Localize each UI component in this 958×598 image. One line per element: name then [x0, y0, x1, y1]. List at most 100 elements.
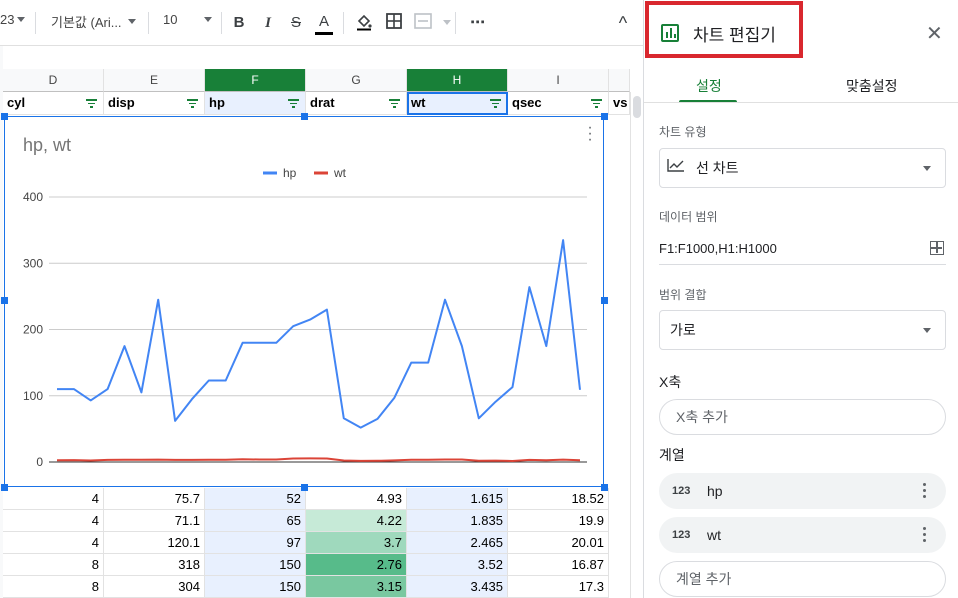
column-header-g[interactable]: G [306, 69, 407, 92]
data-range-field[interactable]: F1:F1000,H1:H1000 [659, 232, 946, 265]
field-cell-drat[interactable]: drat [306, 92, 407, 115]
font-size-select[interactable]: 10 [163, 12, 213, 27]
column-header-f[interactable]: F [205, 69, 306, 92]
add-series-button[interactable]: 계열 추가 [659, 561, 946, 597]
cell-hp[interactable]: 52 [205, 488, 306, 510]
font-size-label: 10 [163, 12, 178, 27]
toolbar-divider [221, 12, 222, 34]
number-series-icon: 123 [672, 485, 691, 497]
filter-icon[interactable] [187, 99, 198, 108]
resize-handle[interactable] [301, 484, 308, 491]
select-range-icon[interactable] [930, 241, 944, 255]
series-menu-icon[interactable] [923, 483, 926, 501]
merge-cells-icon[interactable] [414, 13, 432, 33]
cell-wt[interactable]: 2.465 [407, 532, 508, 554]
more-options-icon[interactable]: ⋯ [469, 13, 487, 33]
field-cell-wt[interactable]: wt [407, 92, 508, 115]
field-label: qsec [512, 95, 542, 110]
cell-hp[interactable]: 65 [205, 510, 306, 532]
cell-drat[interactable]: 4.22 [306, 510, 407, 532]
toolbar-divider [35, 12, 36, 34]
filter-icon[interactable] [288, 99, 299, 108]
close-icon[interactable]: ✕ [926, 24, 943, 44]
cell-cyl[interactable]: 4 [3, 488, 104, 510]
y-tick-label: 200 [23, 323, 43, 337]
chevron-down-icon[interactable] [443, 20, 451, 25]
series-item-hp[interactable]: 123 hp [659, 473, 946, 509]
series-label: 계열 [659, 447, 685, 463]
series-item-wt[interactable]: 123 wt [659, 517, 946, 553]
field-cell-disp[interactable]: disp [104, 92, 205, 115]
field-label: cyl [7, 95, 26, 110]
cell-hp[interactable]: 150 [205, 576, 306, 598]
resize-handle[interactable] [601, 113, 608, 120]
data-range-label: 데이터 범위 [659, 210, 718, 224]
cell-hp[interactable]: 97 [205, 532, 306, 554]
filter-icon[interactable] [490, 99, 501, 108]
cell-drat[interactable]: 2.76 [306, 554, 407, 576]
cell-qsec[interactable]: 17.3 [508, 576, 609, 598]
field-label: wt [411, 95, 426, 110]
filter-icon[interactable] [86, 99, 97, 108]
column-header-e[interactable]: E [104, 69, 205, 92]
resize-handle[interactable] [601, 484, 608, 491]
cell-wt[interactable]: 1.835 [407, 510, 508, 532]
resize-handle[interactable] [1, 113, 8, 120]
y-tick-label: 300 [23, 256, 43, 270]
collapse-toolbar-icon[interactable]: ^ [614, 13, 632, 33]
tab-setup[interactable]: 설정 [696, 76, 722, 96]
cell-cyl[interactable]: 8 [3, 576, 104, 598]
resize-handle[interactable] [1, 484, 8, 491]
fill-color-icon[interactable] [355, 13, 373, 33]
field-cell-hp[interactable]: hp [205, 92, 306, 115]
font-family-select[interactable]: 기본값 (Ari... [51, 12, 139, 31]
resize-handle[interactable] [601, 297, 608, 304]
cell-disp[interactable]: 120.1 [104, 532, 205, 554]
cell-qsec[interactable]: 16.87 [508, 554, 609, 576]
add-x-axis-button[interactable]: X축 추가 [659, 399, 946, 435]
cell-qsec[interactable]: 20.01 [508, 532, 609, 554]
cell-hp[interactable]: 150 [205, 554, 306, 576]
bold-icon[interactable]: B [230, 13, 248, 33]
series-name: hp [707, 483, 723, 499]
cell-qsec[interactable]: 18.52 [508, 488, 609, 510]
tab-customize[interactable]: 맞춤설정 [846, 76, 898, 96]
cell-disp[interactable]: 318 [104, 554, 205, 576]
cell-qsec[interactable]: 19.9 [508, 510, 609, 532]
field-cell-cyl[interactable]: cyl [3, 92, 104, 115]
text-color-icon[interactable]: A [315, 13, 333, 35]
series-menu-icon[interactable] [923, 527, 926, 545]
cell-cyl[interactable]: 4 [3, 532, 104, 554]
cell-disp[interactable]: 71.1 [104, 510, 205, 532]
cell-disp[interactable]: 75.7 [104, 488, 205, 510]
filter-icon[interactable] [591, 99, 602, 108]
cell-cyl[interactable]: 4 [3, 510, 104, 532]
chart-type-select[interactable]: 선 차트 [659, 148, 946, 188]
chevron-down-icon [127, 19, 136, 24]
cell-cyl[interactable]: 8 [3, 554, 104, 576]
cell-wt[interactable]: 1.615 [407, 488, 508, 510]
field-cell-vs[interactable]: vs [609, 92, 630, 115]
resize-handle[interactable] [1, 297, 8, 304]
number-format-button[interactable]: 23 [0, 12, 26, 27]
cell-wt[interactable]: 3.435 [407, 576, 508, 598]
column-header-h[interactable]: H [407, 69, 508, 92]
filter-icon[interactable] [389, 99, 400, 108]
cell-drat[interactable]: 4.93 [306, 488, 407, 510]
combine-ranges-select[interactable]: 가로 [659, 310, 946, 350]
borders-icon[interactable] [385, 13, 403, 33]
field-cell-qsec[interactable]: qsec [508, 92, 609, 115]
column-header-j[interactable] [609, 69, 630, 92]
cell-drat[interactable]: 3.15 [306, 576, 407, 598]
cell-disp[interactable]: 304 [104, 576, 205, 598]
column-header-d[interactable]: D [3, 69, 104, 92]
italic-icon[interactable]: I [259, 13, 277, 33]
vertical-scrollbar[interactable] [630, 92, 643, 598]
cell-wt[interactable]: 3.52 [407, 554, 508, 576]
resize-handle[interactable] [301, 113, 308, 120]
column-header-i[interactable]: I [508, 69, 609, 92]
cell-drat[interactable]: 3.7 [306, 532, 407, 554]
strikethrough-icon[interactable]: S [287, 13, 305, 33]
line-chart[interactable]: hp, wt · · · 0 100 200 300 400 hp wt [4, 116, 604, 487]
scrollbar-thumb[interactable] [633, 96, 641, 118]
